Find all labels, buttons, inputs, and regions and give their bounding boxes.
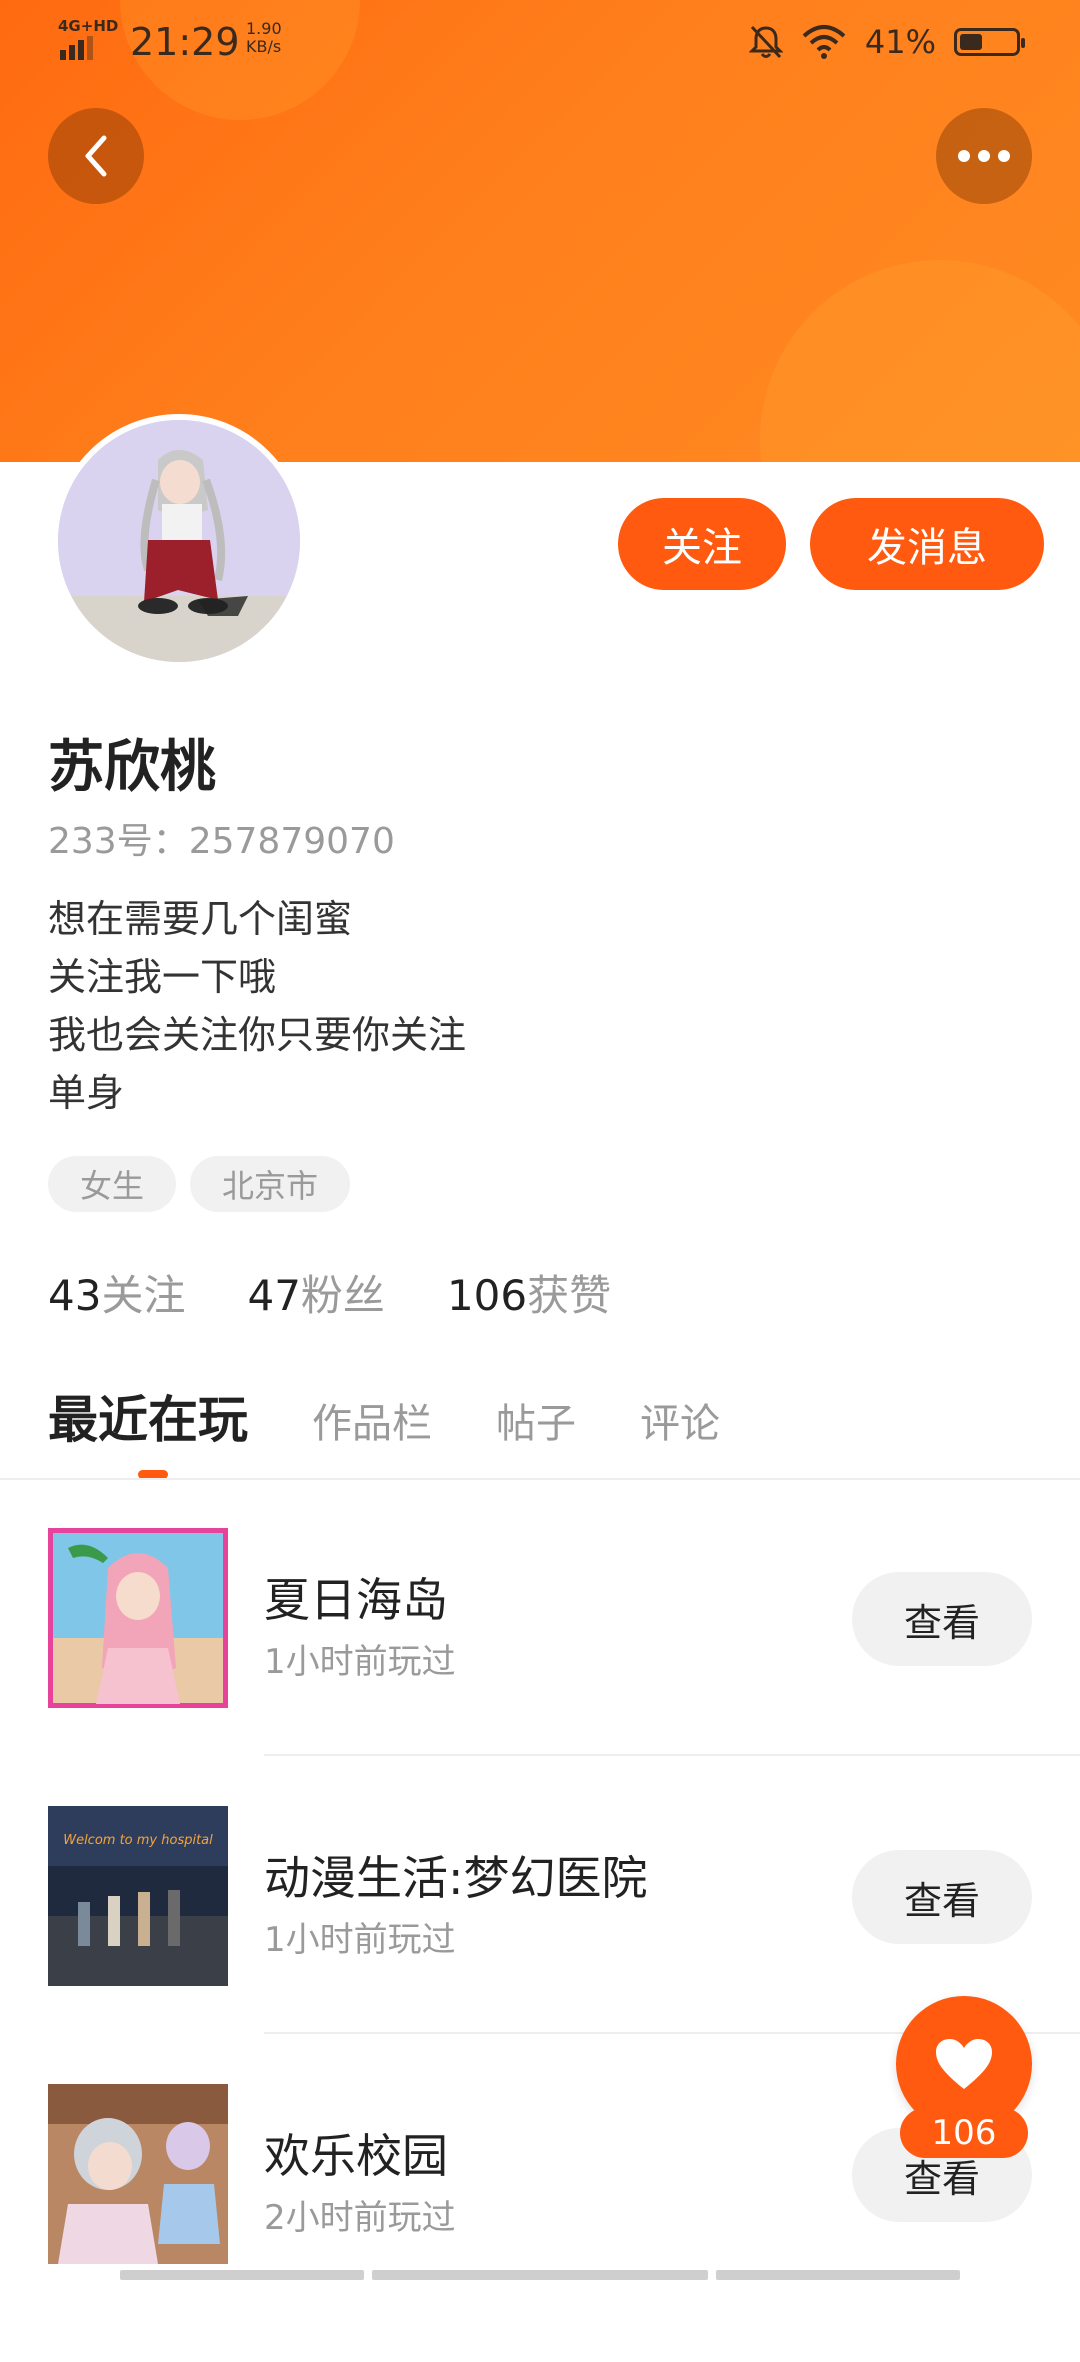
stat-followers[interactable]: 47粉丝 [247,1262,384,1323]
game-last-played: 1小时前玩过 [264,1642,456,1682]
stat-following[interactable]: 43关注 [48,1262,185,1323]
stat-number: 43 [48,1271,102,1320]
bell-off-icon [748,25,783,59]
profile-banner: 4G+HD 21:29 1.90 KB/s 41% [0,0,1080,462]
game-title: 欢乐校园 [264,2129,448,2183]
stat-label: 关注 [101,1271,186,1320]
stat-likes: 106获赞 [447,1262,611,1323]
game-thumbnail: Welcom to my hospital [48,1806,228,1986]
tag-location: 北京市 [190,1156,351,1212]
avatar-image [58,420,300,662]
tag-gender: 女生 [48,1156,177,1212]
network-type-label: 4G+HD [58,17,119,35]
row-divider [264,1754,1080,1756]
bio-line: 单身 [48,1071,125,1115]
bottom-edge-strips [0,2270,1080,2280]
tab-posts[interactable]: 帖子 [496,1391,576,1449]
more-button[interactable] [936,108,1032,204]
avatar[interactable] [52,414,306,668]
back-button[interactable] [48,108,144,204]
send-message-button[interactable]: 发消息 [810,498,1044,590]
battery-icon [954,28,1025,56]
more-dots-icon [958,150,1010,162]
thumbnail-caption: Welcom to my hospital [63,1833,213,1848]
stat-label: 获赞 [527,1271,612,1320]
chevron-left-icon [85,135,107,177]
tabs-divider [0,1478,1080,1480]
game-list-item[interactable]: 夏日海岛 1小时前玩过 查看 [0,1528,1080,1806]
network-speed-unit: KB/s [246,37,282,56]
game-last-played: 1小时前玩过 [264,1920,456,1960]
heart-icon [936,2039,992,2089]
bio-line: 我也会关注你只要你关注 [48,1013,467,1057]
tab-comments[interactable]: 评论 [640,1391,720,1449]
game-title: 动漫生活:梦幻医院 [264,1851,648,1905]
signal-indicator: 4G+HD [58,18,120,62]
view-game-button[interactable]: 查看 [852,1850,1032,1944]
profile-bio: 想在需要几个闺蜜 关注我一下哦 我也会关注你只要你关注 单身 [48,890,466,1122]
stat-number: 47 [247,1271,301,1320]
game-last-played: 2小时前玩过 [264,2198,456,2238]
profile-stats: 43关注 47粉丝 106获赞 [48,1262,611,1323]
follow-button[interactable]: 关注 [618,498,786,590]
game-thumbnail [48,1528,228,1708]
bio-line: 想在需要几个闺蜜 [48,897,353,941]
profile-tabs: 最近在玩 作品栏 帖子 评论 [48,1380,784,1452]
network-speed-value: 1.90 [246,19,282,38]
tab-works[interactable]: 作品栏 [312,1391,432,1449]
tab-recently-played[interactable]: 最近在玩 [48,1380,248,1452]
profile-tags: 女生 北京市 [48,1156,351,1212]
game-title: 夏日海岛 [264,1573,448,1627]
game-thumbnail [48,2084,228,2264]
status-bar: 4G+HD 21:29 1.90 KB/s 41% [0,0,1080,84]
profile-name: 苏欣桃 [48,735,216,800]
status-time: 21:29 [130,20,240,64]
like-count-badge: 106 [900,2108,1028,2158]
stat-number: 106 [446,1271,528,1320]
wifi-icon [802,25,846,59]
status-right: 41% [748,18,1025,66]
banner-decoration [760,260,1080,462]
battery-percent: 41% [864,23,936,61]
view-game-button[interactable]: 查看 [852,1572,1032,1666]
stat-label: 粉丝 [300,1271,385,1320]
battery-fill [960,34,982,50]
profile-id: 233号：257879070 [48,821,395,862]
network-speed: 1.90 KB/s [246,20,282,56]
bio-line: 关注我一下哦 [48,955,277,999]
